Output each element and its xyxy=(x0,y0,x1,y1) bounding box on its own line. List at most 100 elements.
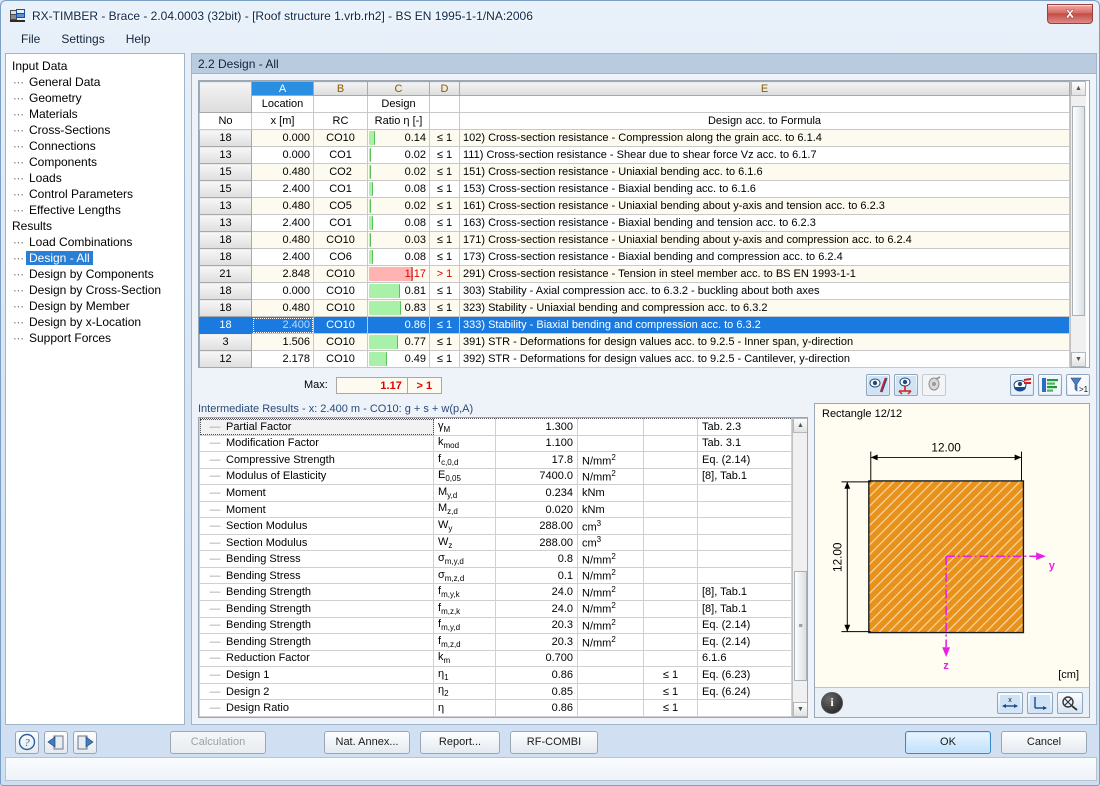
rfem-model-icon[interactable] xyxy=(894,374,918,396)
result-diagram-icon[interactable] xyxy=(1010,374,1034,396)
cell-ir-name[interactable]: —Bending Strength xyxy=(200,584,434,601)
cell-location-x[interactable]: 2.400 xyxy=(252,181,314,198)
cell-ir-name[interactable]: —Modification Factor xyxy=(200,435,434,452)
cell-operator[interactable]: ≤ 1 xyxy=(430,283,460,300)
cell-rc[interactable]: CO1 xyxy=(314,147,368,164)
table-row[interactable]: 182.400CO100.86≤ 1333) Stability - Biaxi… xyxy=(200,317,1070,334)
sidebar-item-control-parameters[interactable]: ⋯Control Parameters xyxy=(10,186,184,202)
cell-operator[interactable]: ≤ 1 xyxy=(430,351,460,368)
color-scale-icon[interactable] xyxy=(1038,374,1062,396)
grid-vertical-scrollbar[interactable]: ▲ ▼ xyxy=(1070,81,1086,367)
cell-design-ratio[interactable]: 0.02 xyxy=(368,164,430,181)
report-button[interactable]: Report... xyxy=(420,731,500,754)
cell-operator[interactable]: ≤ 1 xyxy=(430,130,460,147)
cell-design-ratio[interactable]: 1.17 xyxy=(368,266,430,283)
column-header-e[interactable]: E xyxy=(460,82,1070,96)
cell-description[interactable]: 111) Cross-section resistance - Shear du… xyxy=(460,147,1070,164)
intermediate-row[interactable]: —Partial FactorγM1.300Tab. 2.3 xyxy=(200,419,792,436)
cell-member-no[interactable]: 18 xyxy=(200,300,252,317)
intermediate-row[interactable]: —Compressive Strengthfc,0,d17.8N/mm2Eq. … xyxy=(200,452,792,469)
results-grid[interactable]: ABCDELocationDesignMemberNox [m]RCRatio … xyxy=(198,80,1090,368)
zoom-reset-icon[interactable] xyxy=(1057,692,1083,714)
cell-location-x[interactable]: 0.480 xyxy=(252,232,314,249)
cell-rc[interactable]: CO10 xyxy=(314,130,368,147)
cell-ir-value[interactable]: 17.8 xyxy=(496,452,578,469)
cell-operator[interactable]: ≤ 1 xyxy=(430,249,460,266)
table-row[interactable]: 122.178CO100.49≤ 1392) STR - Deformation… xyxy=(200,351,1070,368)
cell-rc[interactable]: CO10 xyxy=(314,334,368,351)
table-row[interactable]: 180.000CO100.14≤ 1102) Cross-section res… xyxy=(200,130,1070,147)
cell-rc[interactable]: CO10 xyxy=(314,351,368,368)
ir-scroll-up-button[interactable]: ▲ xyxy=(793,418,808,433)
cell-rc[interactable]: CO10 xyxy=(314,266,368,283)
menu-file[interactable]: File xyxy=(12,29,49,49)
cell-design-ratio[interactable]: 0.08 xyxy=(368,181,430,198)
cell-ir-name[interactable]: —Design 1 xyxy=(200,667,434,684)
scroll-up-button[interactable]: ▲ xyxy=(1071,81,1086,96)
help-icon[interactable]: ? xyxy=(15,731,39,754)
table-row[interactable]: 212.848CO101.17> 1291) Cross-section res… xyxy=(200,266,1070,283)
intermediate-row[interactable]: —Design Ratioη0.86≤ 1 xyxy=(200,700,792,717)
tree-group-input-data[interactable]: Input Data xyxy=(10,58,184,74)
table-row[interactable]: 132.400CO10.08≤ 1163) Cross-section resi… xyxy=(200,215,1070,232)
navigation-tree[interactable]: Input Data ⋯General Data ⋯Geometry ⋯Mate… xyxy=(5,53,185,725)
cell-location-x[interactable]: 2.400 xyxy=(252,249,314,266)
intermediate-row[interactable]: —Bending Strengthfm,y,d20.3N/mm2Eq. (2.1… xyxy=(200,617,792,634)
tree-group-results[interactable]: Results xyxy=(10,218,184,234)
cell-member-no[interactable]: 18 xyxy=(200,317,252,334)
ir-scroll-down-button[interactable]: ▼ xyxy=(793,702,808,717)
sidebar-item-connections[interactable]: ⋯Connections xyxy=(10,138,184,154)
cell-ir-value[interactable]: 288.00 xyxy=(496,534,578,551)
cell-rc[interactable]: CO10 xyxy=(314,283,368,300)
graphic-results-icon[interactable] xyxy=(866,374,890,396)
cell-rc[interactable]: CO1 xyxy=(314,181,368,198)
intermediate-row[interactable]: —MomentMz,d0.020kNm xyxy=(200,501,792,518)
cell-member-no[interactable]: 15 xyxy=(200,181,252,198)
column-header-c[interactable]: C xyxy=(368,82,430,96)
ir-vertical-scrollbar[interactable]: ▲ ≡ ▼ xyxy=(792,418,808,717)
cell-ir-name[interactable]: —Modulus of Elasticity xyxy=(200,468,434,485)
cell-ir-name[interactable]: —Partial Factor xyxy=(200,419,434,436)
cell-description[interactable]: 391) STR - Deformations for design value… xyxy=(460,334,1070,351)
cell-operator[interactable]: ≤ 1 xyxy=(430,164,460,181)
scroll-down-button[interactable]: ▼ xyxy=(1071,352,1086,367)
cell-description[interactable]: 333) Stability - Biaxial bending and com… xyxy=(460,317,1070,334)
intermediate-row[interactable]: —Bending Strengthfm,z,k24.0N/mm2[8], Tab… xyxy=(200,601,792,618)
cell-ir-value[interactable]: 24.0 xyxy=(496,584,578,601)
view-mode-icon[interactable] xyxy=(922,374,946,396)
intermediate-row[interactable]: —Section ModulusWz288.00cm3 xyxy=(200,534,792,551)
ir-scroll-thumb[interactable]: ≡ xyxy=(794,571,807,681)
cell-member-no[interactable]: 13 xyxy=(200,147,252,164)
cell-ir-value[interactable]: 0.86 xyxy=(496,667,578,684)
column-header-b[interactable]: B xyxy=(314,82,368,96)
cell-design-ratio[interactable]: 0.08 xyxy=(368,215,430,232)
intermediate-row[interactable]: —Bending Stressσm,z,d0.1N/mm2 xyxy=(200,567,792,584)
cell-ir-name[interactable]: —Moment xyxy=(200,501,434,518)
cell-ir-name[interactable]: —Bending Strength xyxy=(200,617,434,634)
cell-description[interactable]: 173) Cross-section resistance - Biaxial … xyxy=(460,249,1070,266)
column-header-d[interactable]: D xyxy=(430,82,460,96)
sidebar-item-components[interactable]: ⋯Components xyxy=(10,154,184,170)
cell-ir-value[interactable]: 20.3 xyxy=(496,617,578,634)
info-icon[interactable]: i xyxy=(821,692,843,714)
ok-button[interactable]: OK xyxy=(905,731,991,754)
cell-description[interactable]: 171) Cross-section resistance - Uniaxial… xyxy=(460,232,1070,249)
cell-operator[interactable]: ≤ 1 xyxy=(430,147,460,164)
cell-description[interactable]: 303) Stability - Axial compression acc. … xyxy=(460,283,1070,300)
cell-ir-name[interactable]: —Section Modulus xyxy=(200,534,434,551)
table-row[interactable]: 152.400CO10.08≤ 1153) Cross-section resi… xyxy=(200,181,1070,198)
cell-location-x[interactable]: 0.000 xyxy=(252,147,314,164)
cell-member-no[interactable]: 13 xyxy=(200,215,252,232)
sidebar-item-design-by-member[interactable]: ⋯Design by Member xyxy=(10,298,184,314)
filter-over-one-icon[interactable]: >1 xyxy=(1066,374,1090,396)
close-button[interactable] xyxy=(1047,4,1093,24)
cell-ir-name[interactable]: —Compressive Strength xyxy=(200,452,434,469)
cell-ir-name[interactable]: —Moment xyxy=(200,485,434,502)
cell-rc[interactable]: CO10 xyxy=(314,232,368,249)
cell-operator[interactable]: ≤ 1 xyxy=(430,334,460,351)
cell-member-no[interactable]: 18 xyxy=(200,130,252,147)
cell-design-ratio[interactable]: 0.14 xyxy=(368,130,430,147)
cell-rc[interactable]: CO2 xyxy=(314,164,368,181)
sidebar-item-effective-lengths[interactable]: ⋯Effective Lengths xyxy=(10,202,184,218)
cell-ir-value[interactable]: 0.020 xyxy=(496,501,578,518)
